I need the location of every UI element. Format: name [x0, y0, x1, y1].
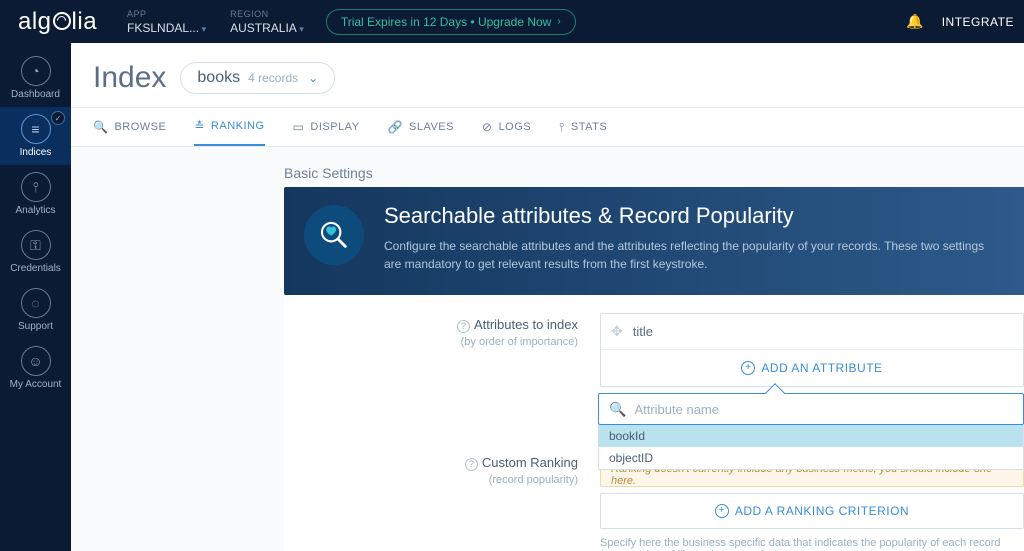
attribute-dropdown: 🔍 bookId objectID: [598, 393, 1024, 470]
tab-ranking[interactable]: ≛RANKING: [194, 108, 264, 146]
field-sublabel: (record popularity): [284, 474, 578, 486]
region-selector[interactable]: REGION AUSTRALIA: [218, 9, 316, 35]
dashboard-icon: ◔: [21, 56, 51, 86]
tab-display[interactable]: ▭DISPLAY: [293, 108, 360, 146]
magnify-heart-icon: [304, 205, 364, 265]
drag-icon[interactable]: ✥: [611, 323, 623, 340]
app-selector[interactable]: APP FKSLNDAL...: [115, 9, 218, 35]
attribute-name: title: [633, 324, 1013, 339]
chart-icon: ⫯: [559, 120, 565, 135]
trial-text: Trial Expires in 12 Days • Upgrade Now: [341, 15, 552, 29]
index-name: books: [197, 69, 240, 87]
analytics-icon: ⫯: [21, 172, 51, 202]
region-value: AUSTRALIA: [230, 21, 304, 35]
sidebar-item-label: Support: [18, 321, 53, 332]
record-count: 4 records: [248, 71, 298, 85]
dropdown-search[interactable]: 🔍: [598, 393, 1024, 425]
index-selector[interactable]: books 4 records ⌄: [180, 62, 335, 94]
hero-text: Configure the searchable attributes and …: [384, 237, 1004, 273]
search-icon: 🔍: [609, 401, 626, 418]
monitor-icon: ▭: [293, 120, 305, 134]
tab-bar: 🔍BROWSE ≛RANKING ▭DISPLAY 🔗SLAVES ⊘LOGS …: [71, 107, 1024, 147]
chevron-right-icon: ›: [557, 16, 560, 27]
sidebar-item-label: My Account: [10, 379, 62, 390]
credentials-icon: ⚿: [21, 230, 51, 260]
tab-browse[interactable]: 🔍BROWSE: [93, 108, 166, 146]
top-bar: alglia APP FKSLNDAL... REGION AUSTRALIA …: [0, 0, 1024, 43]
plus-icon: +: [741, 361, 755, 375]
sidebar-item-indices[interactable]: ≡ Indices: [0, 107, 71, 165]
tab-stats[interactable]: ⫯STATS: [559, 108, 607, 146]
hero-banner: Searchable attributes & Record Popularit…: [284, 187, 1024, 295]
dropdown-list: bookId objectID: [598, 425, 1024, 470]
attributes-list: ✥ title + ADD AN ATTRIBUTE: [600, 313, 1024, 387]
integrate-link[interactable]: INTEGRATE: [942, 15, 1014, 29]
sidebar-item-label: Dashboard: [11, 89, 60, 100]
support-icon: ◌: [21, 288, 51, 318]
label: REGION: [230, 9, 304, 19]
field-label: Custom Ranking: [482, 455, 578, 470]
tab-logs[interactable]: ⊘LOGS: [482, 108, 531, 146]
ban-icon: ⊘: [482, 120, 493, 134]
field-label: Attributes to index: [474, 317, 578, 332]
account-icon: ☺: [21, 346, 51, 376]
app-value: FKSLNDAL...: [127, 21, 206, 35]
sidebar: ◔ Dashboard ≡ Indices ⫯ Analytics ⚿ Cred…: [0, 43, 71, 551]
help-text: Specify here the business specific data …: [600, 537, 1024, 551]
label: APP: [127, 9, 206, 19]
attribute-search-input[interactable]: [634, 402, 1013, 417]
sliders-icon: ≛: [194, 119, 205, 133]
sidebar-item-label: Indices: [20, 147, 52, 158]
add-attribute-button[interactable]: + ADD AN ATTRIBUTE: [601, 350, 1023, 386]
sidebar-item-support[interactable]: ◌ Support: [0, 281, 71, 339]
section-title: Basic Settings: [284, 165, 373, 181]
dropdown-item[interactable]: objectID: [599, 447, 1023, 469]
logo: alglia: [0, 8, 115, 36]
search-icon: 🔍: [93, 120, 108, 134]
page-title: Index: [93, 61, 166, 95]
sidebar-item-label: Credentials: [10, 263, 61, 274]
sidebar-item-account[interactable]: ☺ My Account: [0, 339, 71, 397]
add-ranking-button[interactable]: + ADD A RANKING CRITERION: [600, 493, 1024, 529]
chevron-down-icon: ⌄: [308, 71, 318, 85]
dropdown-item[interactable]: bookId: [599, 425, 1023, 447]
help-icon[interactable]: ?: [457, 320, 470, 333]
attribute-item[interactable]: ✥ title: [601, 314, 1023, 350]
sidebar-item-analytics[interactable]: ⫯ Analytics: [0, 165, 71, 223]
link-icon: 🔗: [388, 120, 403, 134]
sidebar-item-credentials[interactable]: ⚿ Credentials: [0, 223, 71, 281]
help-icon[interactable]: ?: [465, 458, 478, 471]
hero-title: Searchable attributes & Record Popularit…: [384, 203, 1004, 229]
indices-icon: ≡: [21, 114, 51, 144]
trial-banner[interactable]: Trial Expires in 12 Days • Upgrade Now ›: [326, 9, 576, 35]
sidebar-item-label: Analytics: [15, 205, 55, 216]
plus-icon: +: [715, 504, 729, 518]
sidebar-item-dashboard[interactable]: ◔ Dashboard: [0, 49, 71, 107]
tab-slaves[interactable]: 🔗SLAVES: [388, 108, 454, 146]
bell-icon[interactable]: 🔔: [906, 13, 923, 30]
field-sublabel: (by order of importance): [284, 336, 578, 348]
